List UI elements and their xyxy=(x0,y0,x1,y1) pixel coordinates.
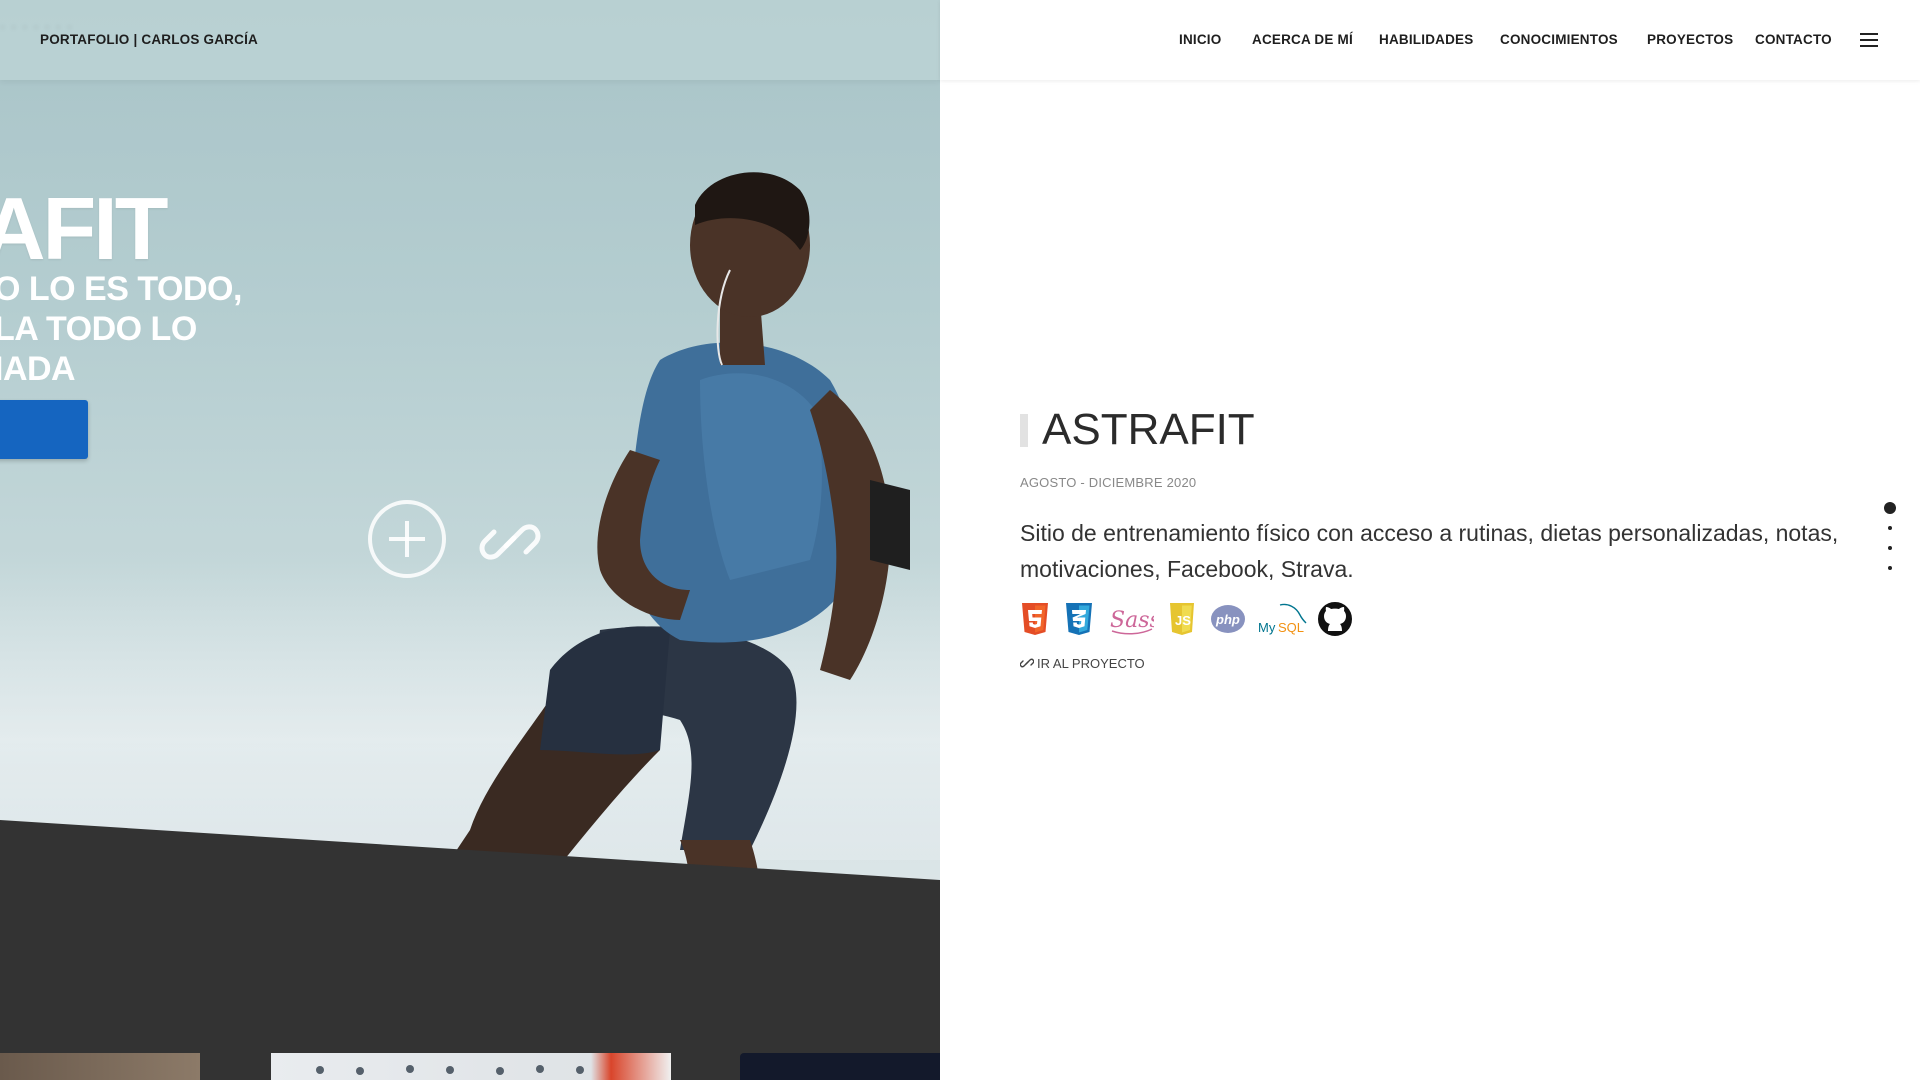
site-brand[interactable]: PORTAFOLIO | CARLOS GARCÍA xyxy=(40,32,258,47)
project-preview-panel: · · · · · · · AFIT O LO ES TODO, LA TODO… xyxy=(0,0,940,1080)
php-icon: php xyxy=(1211,605,1245,633)
nav-item-acerca[interactable]: ACERCA DE MÍ xyxy=(1252,32,1353,47)
mysql-icon: My SQL xyxy=(1258,603,1307,635)
github-icon[interactable] xyxy=(1318,601,1352,637)
nav-item-contacto[interactable]: CONTACTO xyxy=(1755,32,1832,47)
svg-text:JS: JS xyxy=(1175,613,1191,628)
project-thumbnail[interactable] xyxy=(740,1053,940,1080)
dark-section-band xyxy=(0,820,940,1080)
svg-text:php: php xyxy=(1215,612,1240,627)
javascript-icon: JS xyxy=(1170,603,1194,635)
hero-title: AFIT xyxy=(0,179,169,278)
project-description: Sitio de entrenamiento físico con acceso… xyxy=(1020,520,1839,582)
link-icon xyxy=(1020,658,1034,668)
project-link[interactable]: IR AL PROYECTO xyxy=(1020,656,1145,671)
hero-subtitle-line: LA TODO LO xyxy=(0,310,197,348)
sass-icon: Sass xyxy=(1110,608,1154,635)
css3-icon xyxy=(1066,603,1092,635)
pagination-dot[interactable] xyxy=(1888,566,1892,570)
project-pagination xyxy=(1884,502,1898,582)
project-dates: AGOSTO - DICIEMBRE 2020 xyxy=(1020,475,1197,490)
project-thumbnail[interactable] xyxy=(0,1053,200,1080)
thumbnail-people xyxy=(316,1065,584,1075)
svg-text:Sass: Sass xyxy=(1110,608,1154,633)
nav-item-proyectos[interactable]: PROYECTOS xyxy=(1647,32,1733,47)
hero-subtitle-line: O LO ES TODO, xyxy=(0,270,242,308)
nav-item-inicio[interactable]: INICIO xyxy=(1179,32,1221,47)
pagination-dot[interactable] xyxy=(1888,526,1892,530)
project-link-label[interactable]: IR AL PROYECTO xyxy=(1037,656,1145,671)
svg-text:My: My xyxy=(1258,620,1276,635)
title-accent-bar xyxy=(1020,414,1028,447)
pagination-dot[interactable] xyxy=(1888,546,1892,550)
link-icon[interactable] xyxy=(478,510,542,574)
html5-icon xyxy=(1022,603,1048,635)
nav-item-habilidades[interactable]: HABILIDADES xyxy=(1379,32,1473,47)
plus-circle-icon[interactable] xyxy=(368,500,446,578)
hero-cta-button[interactable] xyxy=(0,400,88,459)
hamburger-menu-icon[interactable] xyxy=(1860,33,1878,47)
svg-text:SQL: SQL xyxy=(1278,620,1304,635)
hero-subtitle-line: IADA xyxy=(0,350,76,388)
pagination-dot-active[interactable] xyxy=(1884,502,1896,514)
project-title: ASTRAFIT xyxy=(1042,405,1255,454)
nav-item-conocimientos[interactable]: CONOCIMIENTOS xyxy=(1500,32,1618,47)
